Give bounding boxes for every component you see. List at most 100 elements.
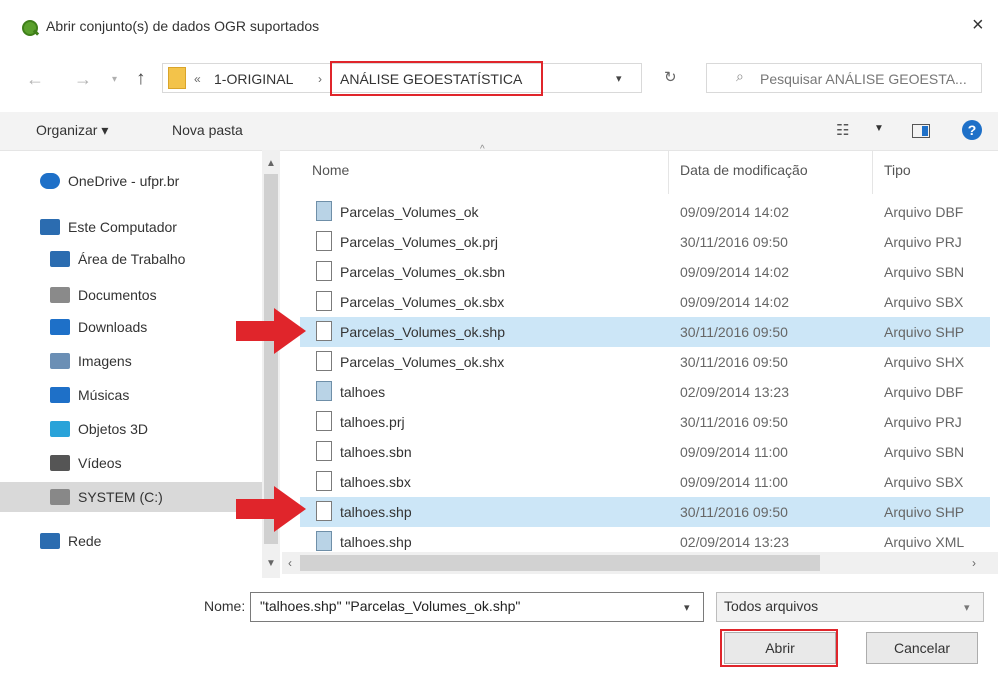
file-row[interactable]: talhoes.prj 30/11/2016 09:50 Arquivo PRJ: [300, 407, 990, 437]
sidebar-item-label: OneDrive - ufpr.br: [68, 173, 180, 189]
file-icon: [316, 471, 332, 491]
file-type: Arquivo SHP: [884, 324, 965, 340]
sidebar-item--rea-de-trabalho[interactable]: Área de Trabalho: [0, 244, 262, 274]
file-row[interactable]: Parcelas_Volumes_ok.prj 30/11/2016 09:50 A…: [300, 227, 990, 257]
view-options-icon[interactable]: ☷: [836, 121, 849, 139]
file-name: talhoes.sbx: [340, 474, 411, 490]
sidebar-item-label: Downloads: [78, 319, 148, 335]
file-name: Parcelas_Volumes_ok: [340, 204, 479, 220]
file-row[interactable]: talhoes.sbn 09/09/2014 11:00 Arquivo SBN: [300, 437, 990, 467]
pictures-icon: [50, 353, 70, 369]
sidebar-item-system-c[interactable]: SYSTEM (C:): [0, 482, 262, 512]
file-date: 09/09/2014 14:02: [680, 204, 789, 220]
file-name: talhoes: [340, 384, 386, 400]
close-button[interactable]: ×: [972, 14, 984, 37]
chevron-down-icon[interactable]: ▾: [964, 601, 970, 614]
up-button[interactable]: ↑: [136, 68, 146, 90]
column-divider[interactable]: [872, 150, 873, 194]
file-row[interactable]: talhoes.shp 30/11/2016 09:50 Arquivo SHP: [300, 497, 990, 527]
file-name: talhoes.shp: [340, 504, 412, 520]
file-icon: [316, 261, 332, 281]
column-header-type[interactable]: Tipo: [884, 162, 911, 178]
breadcrumb-separator: ›: [318, 72, 322, 86]
file-type: Arquivo XML: [884, 534, 965, 550]
network-icon: [40, 533, 60, 549]
help-icon[interactable]: ?: [962, 120, 982, 140]
drive-icon: [50, 489, 70, 505]
file-row[interactable]: talhoes 02/09/2014 13:23 Arquivo DBF: [300, 377, 990, 407]
file-row[interactable]: talhoes.sbx 09/09/2014 11:00 Arquivo SBX: [300, 467, 990, 497]
sidebar-item-rede[interactable]: Rede: [0, 526, 262, 556]
file-date: 02/09/2014 13:23: [680, 534, 789, 550]
file-icon: [316, 321, 332, 341]
objects-3d-icon: [50, 421, 70, 437]
view-chevron-icon[interactable]: ▼: [874, 123, 884, 134]
red-highlight-box: [720, 629, 838, 667]
file-row[interactable]: Parcelas_Volumes_ok 09/09/2014 14:02 Arqui…: [300, 197, 990, 227]
file-icon: [316, 351, 332, 371]
new-folder-button[interactable]: Nova pasta: [172, 122, 243, 138]
file-type: Arquivo SBX: [884, 474, 964, 490]
sidebar-item-label: Documentos: [78, 287, 157, 303]
file-date: 09/09/2014 14:02: [680, 294, 789, 310]
file-type: Arquivo DBF: [884, 204, 964, 220]
recent-chevron-icon[interactable]: ▾: [112, 74, 117, 85]
sidebar-item-onedrive-ufpr-br[interactable]: OneDrive - ufpr.br: [0, 166, 262, 196]
scroll-down-icon[interactable]: ▼: [266, 558, 276, 569]
file-type: Arquivo PRJ: [884, 234, 962, 250]
file-name: talhoes.sbn: [340, 444, 412, 460]
sidebar-item-downloads[interactable]: Downloads: [0, 312, 262, 342]
scroll-right-icon[interactable]: ›: [972, 556, 976, 570]
cancel-button[interactable]: Cancelar: [866, 632, 978, 664]
back-button[interactable]: ←: [26, 69, 44, 90]
file-icon: [316, 501, 332, 521]
computer-icon: [40, 219, 60, 235]
file-row[interactable]: Parcelas_Volumes_ok.sbn 09/09/2014 14:02 A…: [300, 257, 990, 287]
scroll-up-icon[interactable]: ▲: [266, 158, 276, 169]
sidebar-item-label: Rede: [68, 533, 102, 549]
file-row[interactable]: Parcelas_Volumes_ok.shp 30/11/2016 09:50 A…: [300, 317, 990, 347]
music-icon: [50, 387, 70, 403]
file-name: Parcelas_Volumes_ok.sbn: [340, 264, 505, 280]
file-type: Arquivo SHP: [884, 504, 965, 520]
organize-menu[interactable]: Organizar ▾: [36, 122, 108, 139]
file-date: 30/11/2016 09:50: [680, 414, 788, 430]
horizontal-scrollbar-thumb[interactable]: [300, 555, 820, 571]
breadcrumb-overflow[interactable]: «: [194, 72, 201, 86]
sidebar-item-label: Área de Trabalho: [78, 251, 186, 267]
forward-button[interactable]: →: [74, 69, 92, 90]
chevron-down-icon[interactable]: ▾: [616, 72, 622, 85]
sidebar-item-documentos[interactable]: Documentos: [0, 280, 262, 310]
file-date: 30/11/2016 09:50: [680, 324, 788, 340]
file-row[interactable]: Parcelas_Volumes_ok.sbx 09/09/2014 14:02 A…: [300, 287, 990, 317]
sidebar-item-m-sicas[interactable]: Músicas: [0, 380, 262, 410]
file-row[interactable]: Parcelas_Volumes_ok.shx 30/11/2016 09:50 A…: [300, 347, 990, 377]
column-header-date[interactable]: Data de modificação: [680, 162, 808, 178]
db-file-icon: [316, 531, 332, 551]
search-placeholder: Pesquisar ANÁLISE GEOESTA...: [760, 71, 967, 87]
file-date: 02/09/2014 13:23: [680, 384, 789, 400]
file-icon: [316, 231, 332, 251]
window-title: Abrir conjunto(s) de dados OGR suportado…: [46, 18, 320, 34]
column-divider[interactable]: [668, 150, 669, 194]
preview-pane-icon[interactable]: [912, 124, 930, 138]
videos-icon: [50, 455, 70, 471]
sidebar-item-imagens[interactable]: Imagens: [0, 346, 262, 376]
chevron-down-icon[interactable]: ▾: [684, 601, 690, 614]
file-name: Parcelas_Volumes_ok.sbx: [340, 294, 505, 310]
sidebar-item-label: SYSTEM (C:): [78, 489, 163, 505]
sidebar-item-v-deos[interactable]: Vídeos: [0, 448, 262, 478]
download-icon: [50, 319, 70, 335]
file-type-value: Todos arquivos: [724, 598, 819, 614]
breadcrumb-1-original[interactable]: 1-ORIGINAL: [214, 71, 293, 87]
column-header-name[interactable]: Nome: [312, 162, 349, 178]
sidebar-item-label: Este Computador: [68, 219, 177, 235]
filename-label: Nome:: [204, 598, 246, 614]
file-type: Arquivo DBF: [884, 384, 964, 400]
scroll-left-icon[interactable]: ‹: [288, 556, 292, 570]
sidebar-item-este-computador[interactable]: Este Computador: [0, 212, 262, 242]
file-date: 09/09/2014 14:02: [680, 264, 789, 280]
sidebar-item-objetos-3d[interactable]: Objetos 3D: [0, 414, 262, 444]
file-type: Arquivo SHX: [884, 354, 965, 370]
refresh-icon[interactable]: ↻: [664, 68, 677, 86]
